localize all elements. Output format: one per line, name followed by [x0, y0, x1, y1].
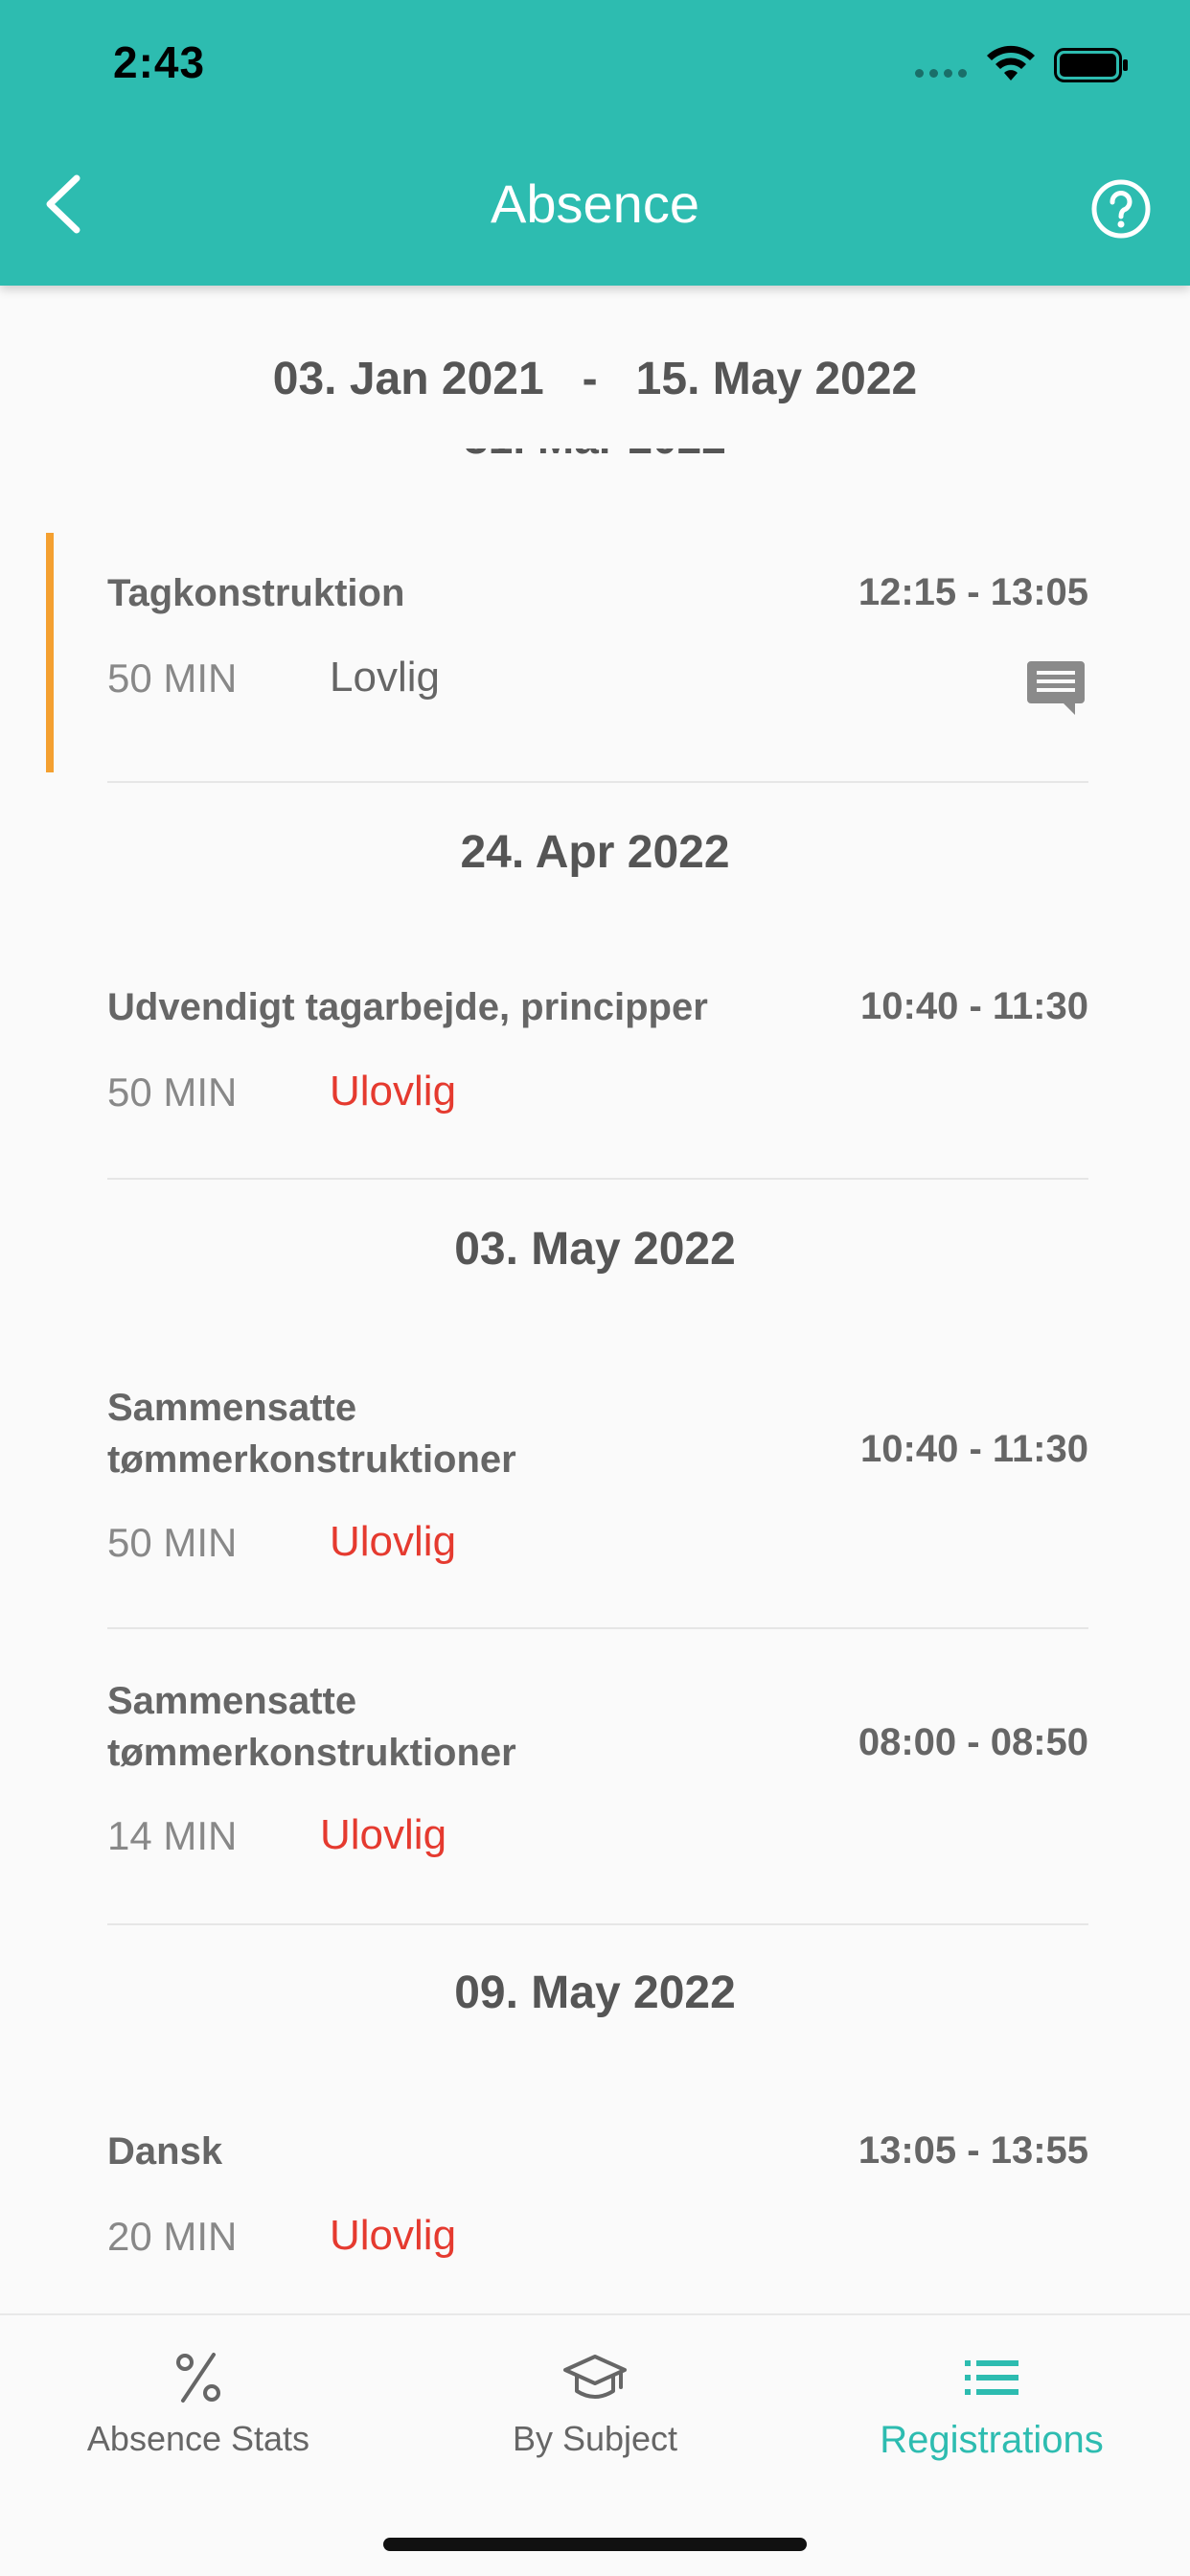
- comment-icon[interactable]: [1025, 659, 1087, 717]
- app-header: 2:43 Absence: [0, 0, 1190, 286]
- absence-status: Ulovlig: [320, 1811, 447, 1858]
- absence-status: Ulovlig: [330, 1068, 457, 1115]
- list-icon: [793, 2344, 1190, 2411]
- cellular-signal-icon: [915, 69, 967, 78]
- lesson-time: 08:00 - 08:50: [858, 1721, 1088, 1763]
- subject-name: Dansk: [107, 2130, 223, 2173]
- lesson-time: 10:40 - 11:30: [860, 985, 1088, 1027]
- absence-duration: 20 MIN: [107, 2214, 238, 2259]
- tab-label: By Subject: [512, 2419, 678, 2458]
- absence-status: Ulovlig: [330, 1518, 457, 1565]
- lesson-time: 10:40 - 11:30: [860, 1428, 1088, 1470]
- list-item[interactable]: Sammensatte tømmerkonstruktioner 10:40 -…: [0, 1361, 1190, 1629]
- absence-duration: 50 MIN: [107, 1070, 238, 1115]
- section-date-heading: 09. May 2022: [454, 1967, 736, 2018]
- absence-duration: 50 MIN: [107, 1520, 238, 1565]
- subject-name: Tagkonstruktion: [107, 572, 405, 614]
- divider: [107, 781, 1088, 783]
- tab-label: Registrations: [880, 2419, 1104, 2461]
- subject-name: Sammensatte tømmerkonstruktioner: [107, 1680, 516, 1774]
- page-title: Absence: [491, 173, 699, 234]
- subject-name: Sammensatte tømmerkonstruktioner: [107, 1387, 516, 1481]
- date-range-separator: -: [582, 354, 598, 404]
- tab-label: Absence Stats: [86, 2419, 310, 2458]
- tab-registrations[interactable]: Registrations: [793, 2315, 1190, 2507]
- graduation-cap-icon: [397, 2344, 793, 2411]
- date-range-start: 03. Jan 2021: [272, 354, 544, 404]
- wifi-icon: [987, 45, 1035, 80]
- percent-icon: [0, 2344, 397, 2411]
- subject-name: Udvendigt tagarbejde, principper: [107, 986, 708, 1028]
- list-item[interactable]: Tagkonstruktion 12:15 - 13:05 50 MIN Lov…: [0, 533, 1190, 782]
- section-date-heading: 03. May 2022: [454, 1224, 736, 1275]
- screen: 2:43 Absence 03. Jan 2021 - 15. May 2022…: [0, 0, 1190, 2576]
- home-indicator: [383, 2538, 807, 2551]
- date-range[interactable]: 03. Jan 2021 - 15. May 2022: [0, 286, 1190, 448]
- list-item[interactable]: Udvendigt tagarbejde, principper 10:40 -…: [0, 958, 1190, 1179]
- battery-icon: [1054, 48, 1128, 82]
- tab-bar: Absence Stats By Subject Registrations: [0, 2313, 1190, 2576]
- absence-status: Ulovlig: [330, 2212, 457, 2259]
- help-button[interactable]: [1090, 178, 1152, 240]
- absence-duration: 14 MIN: [107, 1813, 238, 1858]
- lesson-time: 12:15 - 13:05: [858, 571, 1088, 613]
- absence-duration: 50 MIN: [107, 656, 238, 701]
- list-item[interactable]: Dansk 13:05 - 13:55 20 MIN Ulovlig: [0, 2104, 1190, 2306]
- tab-by-subject[interactable]: By Subject: [397, 2315, 793, 2507]
- divider: [107, 1923, 1088, 1925]
- divider: [107, 1627, 1088, 1629]
- absence-status: Lovlig: [330, 654, 440, 701]
- section-date-heading: 24. Apr 2022: [460, 827, 730, 878]
- lesson-time: 13:05 - 13:55: [858, 2129, 1088, 2172]
- list-item[interactable]: Sammensatte tømmerkonstruktioner 08:00 -…: [0, 1658, 1190, 1926]
- status-time: 2:43: [113, 37, 206, 87]
- tab-absence-stats[interactable]: Absence Stats: [0, 2315, 397, 2507]
- divider: [107, 1178, 1088, 1180]
- date-range-end: 15. May 2022: [635, 354, 918, 404]
